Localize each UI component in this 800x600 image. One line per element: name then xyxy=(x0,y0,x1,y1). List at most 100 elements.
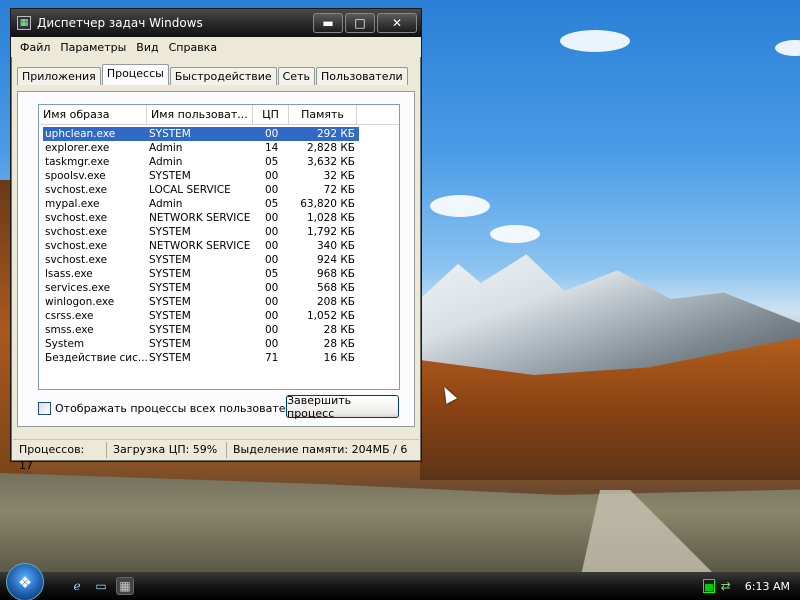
table-row[interactable]: taskmgr.exe Admin 05 3,632 КБ xyxy=(43,155,399,169)
cpu-meter-icon[interactable] xyxy=(702,579,715,593)
window-title: Диспетчер задач Windows xyxy=(37,16,203,30)
process-cpu: 00 xyxy=(265,254,279,266)
end-process-button[interactable]: Завершить процесс xyxy=(286,394,399,420)
menu-file[interactable]: Файл xyxy=(15,41,55,54)
table-row[interactable]: mypal.exe Admin 05 63,820 КБ xyxy=(43,197,399,211)
menu-view[interactable]: Вид xyxy=(131,41,163,54)
process-name: svchost.exe xyxy=(45,212,108,224)
show-all-processes-option[interactable]: Отображать процессы всех пользователей xyxy=(38,402,306,415)
process-memory: 924 КБ xyxy=(316,254,355,266)
column-memory[interactable]: Память xyxy=(289,105,357,124)
process-user: SYSTEM xyxy=(149,254,191,266)
status-memory-commit: Выделение памяти: 204МБ / 6 xyxy=(233,442,408,456)
process-list[interactable]: Имя образа Имя пользоват... ЦП Память up… xyxy=(38,104,400,390)
process-user: SYSTEM xyxy=(147,127,263,141)
process-name: Бездействие сис... xyxy=(45,352,147,364)
task-manager-taskbar-icon[interactable]: ▦ xyxy=(116,577,134,595)
column-image-name[interactable]: Имя образа xyxy=(39,105,147,124)
process-user: SYSTEM xyxy=(149,324,191,336)
process-user: SYSTEM xyxy=(149,338,191,350)
table-row[interactable]: services.exe SYSTEM 00 568 КБ xyxy=(43,281,399,295)
process-user: NETWORK SERVICE xyxy=(149,240,251,252)
process-cpu: 00 xyxy=(265,184,279,196)
process-name: lsass.exe xyxy=(45,268,93,280)
show-desktop-icon[interactable]: ▭ xyxy=(92,577,110,595)
table-row[interactable]: uphclean.exe SYSTEM 00 292 КБ xyxy=(43,127,399,141)
quick-launch: ℯ ▭ ▦ xyxy=(68,577,134,595)
minimize-button[interactable]: ▬ xyxy=(313,13,343,33)
table-row[interactable]: svchost.exe NETWORK SERVICE 00 1,028 КБ xyxy=(43,211,399,225)
process-cpu: 00 xyxy=(263,127,289,141)
taskbar: ❖ ℯ ▭ ▦ ⇄ 6:13 AM xyxy=(0,563,800,600)
table-row[interactable]: smss.exe SYSTEM 00 28 КБ xyxy=(43,323,399,337)
clock[interactable]: 6:13 AM xyxy=(745,580,790,593)
table-row[interactable]: System SYSTEM 00 28 КБ xyxy=(43,337,399,351)
start-button[interactable]: ❖ xyxy=(6,563,44,600)
process-name: explorer.exe xyxy=(45,142,110,154)
table-row[interactable]: winlogon.exe SYSTEM 00 208 КБ xyxy=(43,295,399,309)
process-name: spoolsv.exe xyxy=(45,170,106,182)
process-name: svchost.exe xyxy=(45,184,108,196)
tab-network[interactable]: Сеть xyxy=(277,67,315,85)
table-row[interactable]: svchost.exe SYSTEM 00 1,792 КБ xyxy=(43,225,399,239)
show-all-checkbox[interactable] xyxy=(38,402,51,415)
process-cpu: 00 xyxy=(265,226,279,238)
process-cpu: 05 xyxy=(265,198,279,210)
network-icon[interactable]: ⇄ xyxy=(721,579,735,593)
process-user: SYSTEM xyxy=(149,170,191,182)
table-row[interactable]: svchost.exe LOCAL SERVICE 00 72 КБ xyxy=(43,183,399,197)
status-cpu-usage: Загрузка ЦП: 59% xyxy=(107,441,227,458)
status-bar: Процессов: 17 Загрузка ЦП: 59% Выделение… xyxy=(13,439,419,472)
task-manager-window: ▦ Диспетчер задач Windows ▬ □ ✕ Файл Пар… xyxy=(10,8,422,472)
table-row[interactable]: svchost.exe NETWORK SERVICE 00 340 КБ xyxy=(43,239,399,253)
process-memory: 340 КБ xyxy=(316,240,355,252)
process-memory: 1,052 КБ xyxy=(306,310,355,322)
table-row[interactable]: svchost.exe SYSTEM 00 924 КБ xyxy=(43,253,399,267)
title-bar[interactable]: ▦ Диспетчер задач Windows ▬ □ ✕ xyxy=(11,9,421,37)
process-user: Admin xyxy=(149,198,183,210)
process-name: services.exe xyxy=(45,282,111,294)
process-user: SYSTEM xyxy=(149,296,191,308)
process-cpu: 00 xyxy=(265,282,279,294)
process-memory: 3,632 КБ xyxy=(306,156,355,168)
menu-help[interactable]: Справка xyxy=(164,41,222,54)
process-memory: 28 КБ xyxy=(323,324,355,336)
table-row[interactable]: csrss.exe SYSTEM 00 1,052 КБ xyxy=(43,309,399,323)
process-memory: 568 КБ xyxy=(316,282,355,294)
tab-processes[interactable]: Процессы xyxy=(101,64,169,85)
process-user: SYSTEM xyxy=(149,226,191,238)
column-user-name[interactable]: Имя пользоват... xyxy=(147,105,253,124)
menu-options[interactable]: Параметры xyxy=(55,41,131,54)
menu-bar: Файл Параметры Вид Справка xyxy=(11,37,421,57)
maximize-button[interactable]: □ xyxy=(345,13,375,33)
process-cpu: 00 xyxy=(265,338,279,350)
status-process-count: Процессов: 17 xyxy=(13,441,107,472)
tab-strip: Приложения Процессы Быстродействие Сеть … xyxy=(17,63,421,85)
process-name: svchost.exe xyxy=(45,226,108,238)
ie-icon[interactable]: ℯ xyxy=(68,577,86,595)
list-header: Имя образа Имя пользоват... ЦП Память xyxy=(39,105,399,125)
list-rows: uphclean.exe SYSTEM 00 292 КБ explorer.exe Ad… xyxy=(39,125,399,365)
tab-applications[interactable]: Приложения xyxy=(17,67,101,85)
tab-performance[interactable]: Быстродействие xyxy=(169,67,277,85)
process-cpu: 00 xyxy=(265,324,279,336)
process-user: SYSTEM xyxy=(149,282,191,294)
process-memory: 16 КБ xyxy=(323,352,355,364)
process-memory: 968 КБ xyxy=(316,268,355,280)
process-name: csrss.exe xyxy=(45,310,94,322)
table-row[interactable]: Бездействие сис... SYSTEM 71 16 КБ xyxy=(43,351,399,365)
close-button[interactable]: ✕ xyxy=(377,13,417,33)
table-row[interactable]: lsass.exe SYSTEM 05 968 КБ xyxy=(43,267,399,281)
process-cpu: 00 xyxy=(265,212,279,224)
tab-users[interactable]: Пользователи xyxy=(315,67,408,85)
column-cpu[interactable]: ЦП xyxy=(253,105,289,124)
table-row[interactable]: explorer.exe Admin 14 2,828 КБ xyxy=(43,141,399,155)
process-user: LOCAL SERVICE xyxy=(149,184,231,196)
system-tray: ⇄ 6:13 AM xyxy=(702,579,800,593)
process-memory: 28 КБ xyxy=(323,338,355,350)
process-memory: 32 КБ xyxy=(323,170,355,182)
process-cpu: 05 xyxy=(265,268,279,280)
table-row[interactable]: spoolsv.exe SYSTEM 00 32 КБ xyxy=(43,169,399,183)
process-cpu: 14 xyxy=(265,142,279,154)
process-name: taskmgr.exe xyxy=(45,156,110,168)
